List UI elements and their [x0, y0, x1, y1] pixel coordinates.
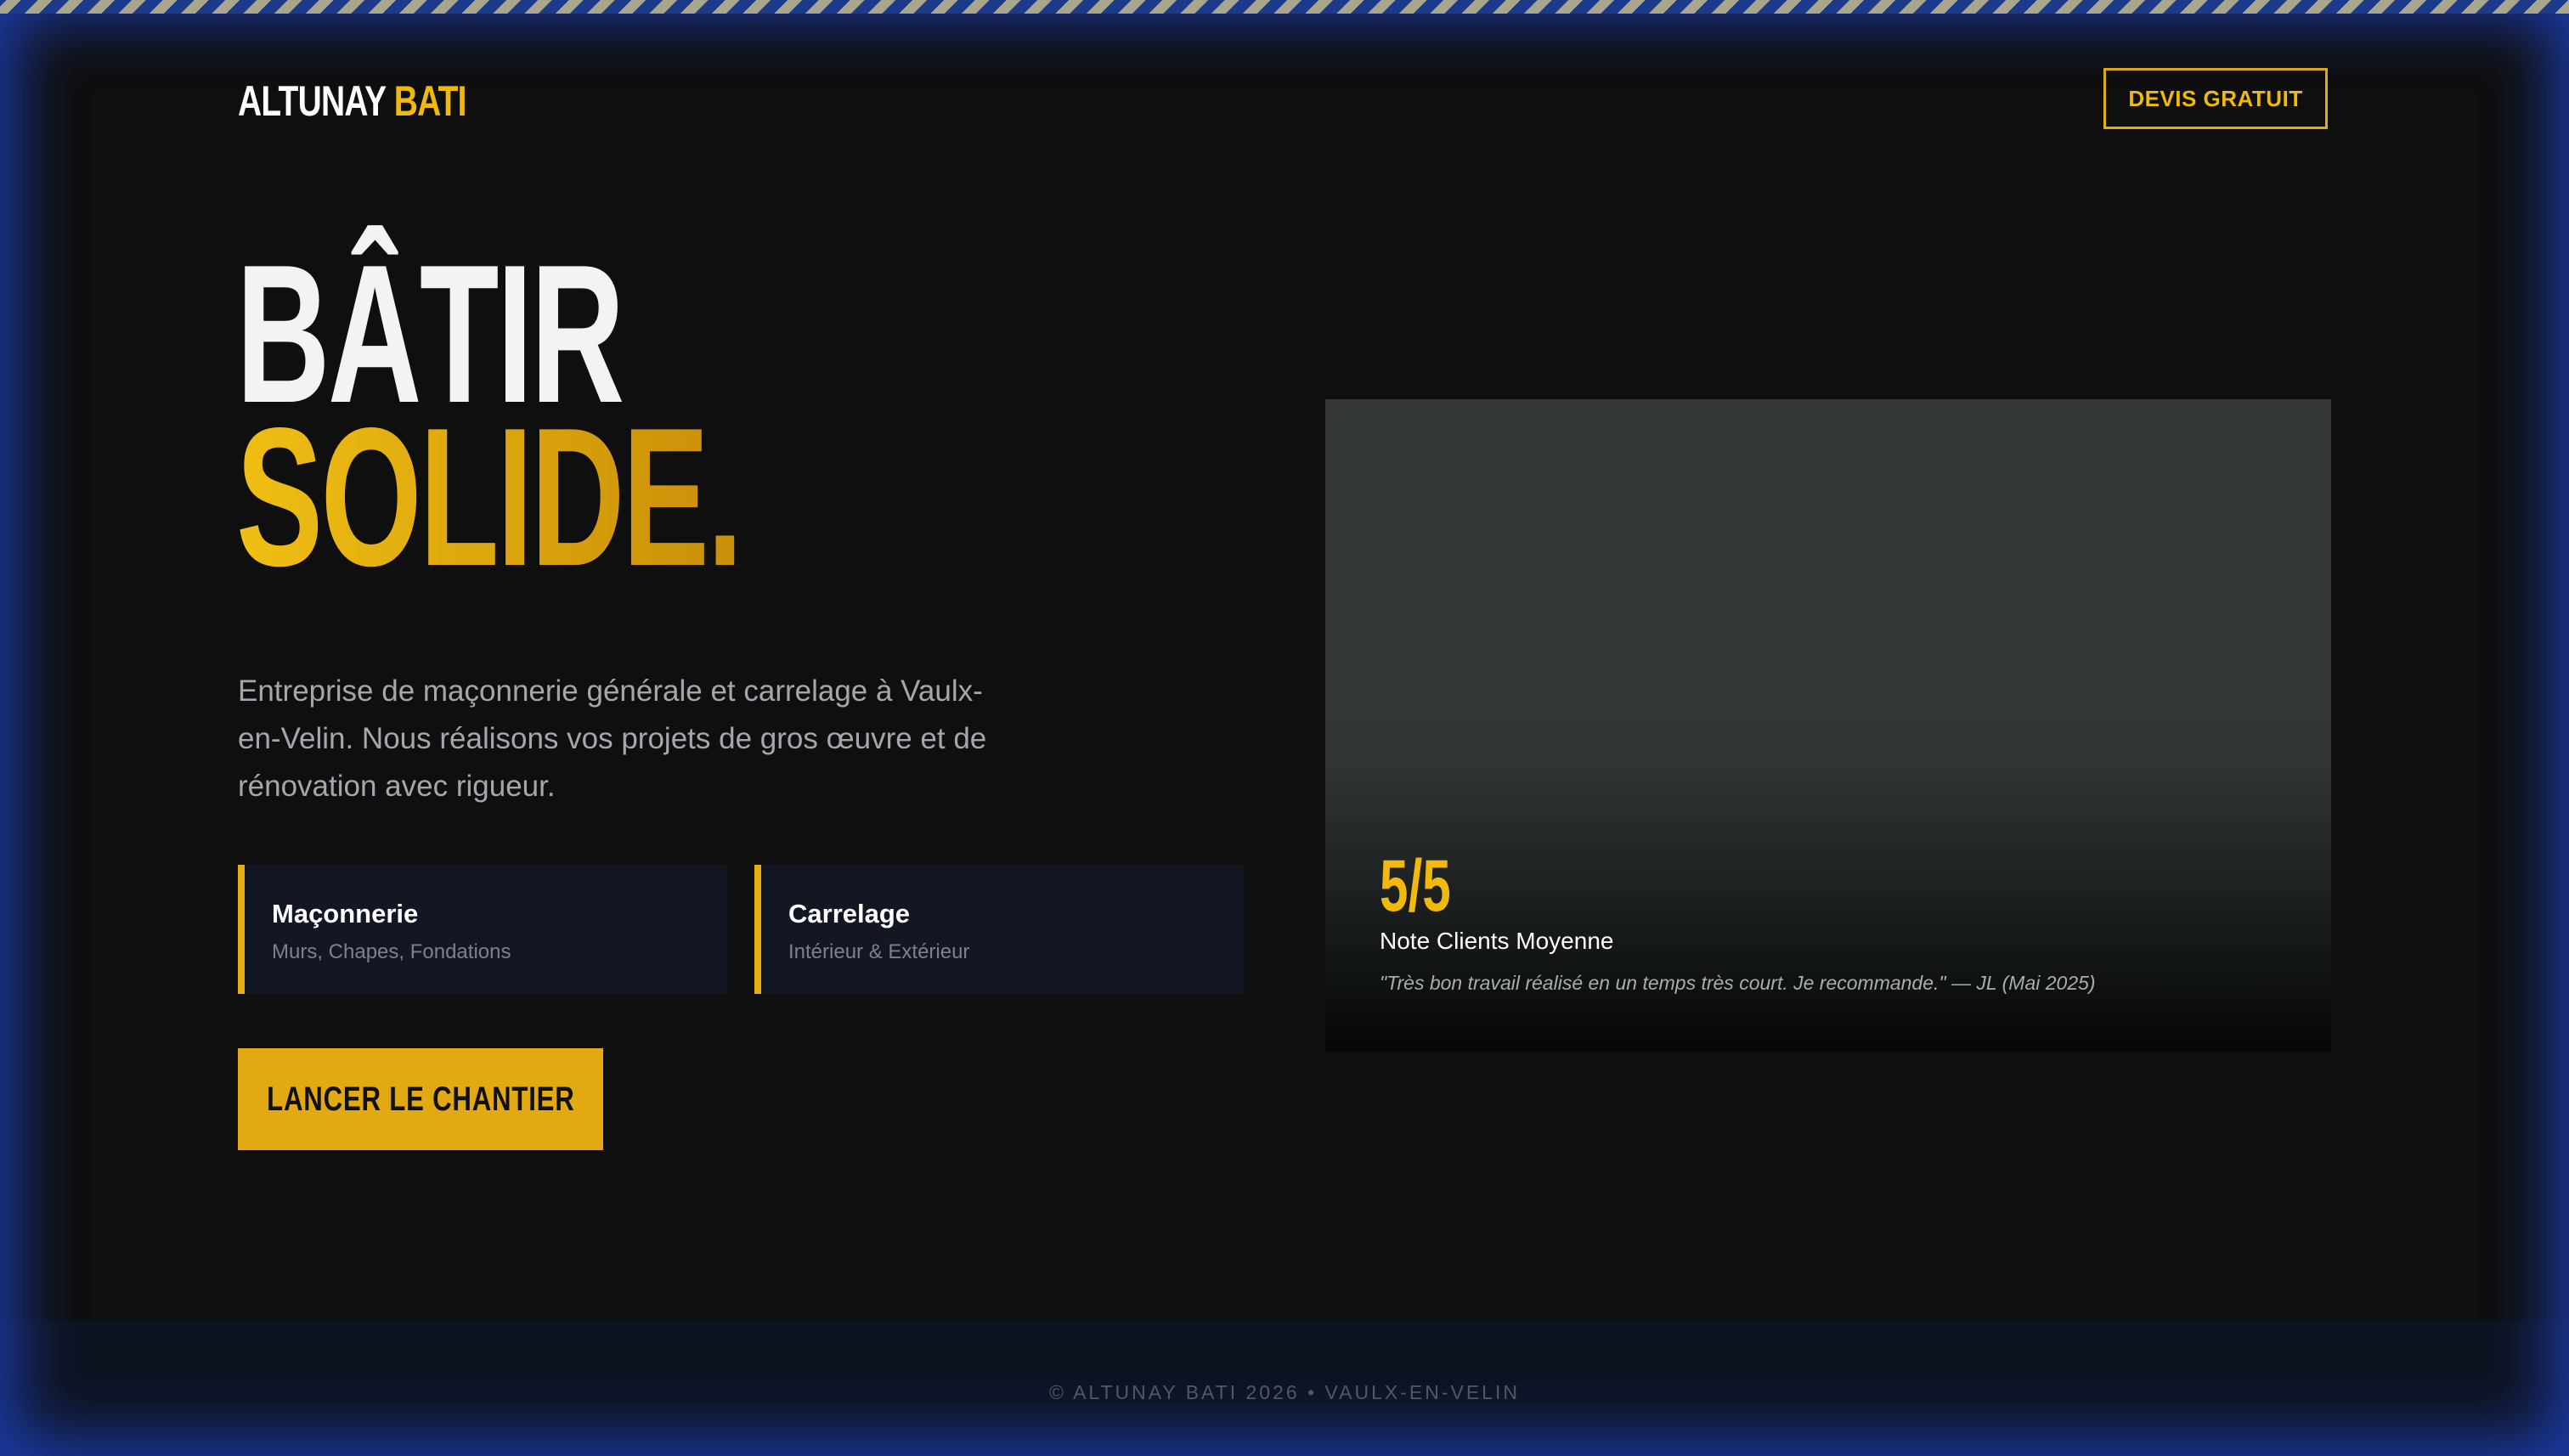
logo[interactable]: ALTUNAY BATI — [238, 77, 467, 125]
rating-label: Note Clients Moyenne — [1380, 928, 1614, 954]
review-card: 5/5 Note Clients Moyenne "Très bon trava… — [1325, 399, 2331, 1052]
service-title: Carrelage — [788, 899, 911, 928]
logo-primary: ALTUNAY — [238, 77, 386, 125]
free-quote-button[interactable]: DEVIS GRATUIT — [2103, 68, 2328, 129]
hero-title-line2: SOLIDE. — [236, 387, 743, 607]
service-subtitle: Murs, Chapes, Fondations — [272, 940, 511, 963]
rating-score: 5/5 — [1380, 845, 1451, 927]
service-subtitle: Intérieur & Extérieur — [788, 940, 970, 963]
service-card-maconnerie: Maçonnerie Murs, Chapes, Fondations — [238, 865, 727, 994]
start-project-label: LANCER LE CHANTIER — [266, 1080, 575, 1118]
hero-description: Entreprise de maçonnerie générale et car… — [238, 674, 987, 803]
service-card-carrelage: Carrelage Intérieur & Extérieur — [754, 865, 1244, 994]
testimonial-quote: "Très bon travail réalisé en un temps tr… — [1380, 972, 2096, 994]
footer-copyright: © ALTUNAY BATI 2026 • VAULX-EN-VELIN — [1049, 1380, 1520, 1403]
hazard-stripe — [0, 0, 2569, 14]
start-project-button[interactable]: LANCER LE CHANTIER — [238, 1048, 603, 1150]
page: ALTUNAY BATI DEVIS GRATUIT BÂTIR SOLIDE.… — [0, 14, 2569, 1456]
hero-title: BÂTIR SOLIDE. — [236, 236, 743, 607]
footer: © ALTUNAY BATI 2026 • VAULX-EN-VELIN — [0, 1320, 2569, 1456]
logo-accent: BATI — [393, 77, 467, 125]
service-title: Maçonnerie — [272, 899, 419, 928]
